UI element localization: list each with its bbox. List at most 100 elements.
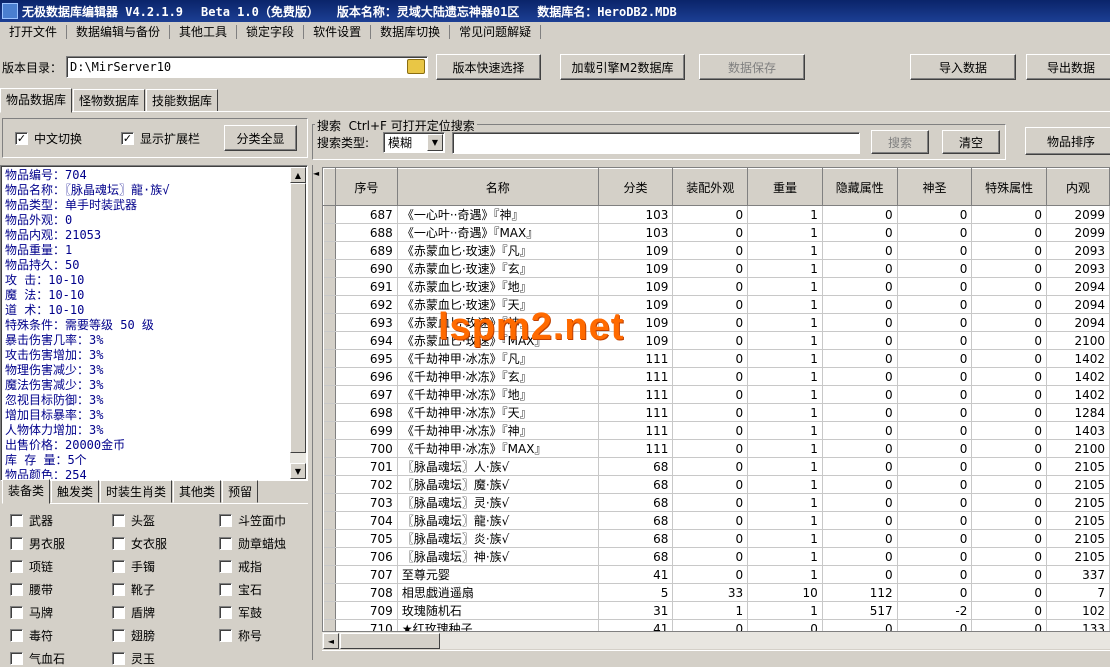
table-cell[interactable]: 1 [747, 277, 823, 296]
table-row[interactable]: 703 〖脉晶魂坛〗灵·族√ 68 0 1 0 0 0 2105 [323, 493, 1110, 512]
table-row[interactable]: 697 《千劫神甲·冰冻》『地』 111 0 1 0 0 0 1402 [323, 385, 1110, 404]
table-row[interactable]: 708 相思戯逍遥扇 5 33 10 112 0 0 7 [323, 583, 1110, 602]
table-row[interactable]: 700 《千劫神甲·冰冻》『MAX』 111 0 1 0 0 0 2100 [323, 439, 1110, 458]
category-checkbox[interactable]: 项链 [10, 558, 53, 575]
table-cell[interactable]: 695 [335, 349, 398, 368]
table-cell[interactable]: 〖脉晶魂坛〗炎·族√ [397, 529, 599, 548]
category-checkbox[interactable]: 毒符 [10, 627, 53, 644]
grid-hscrollbar[interactable]: ◄ [322, 631, 1110, 649]
table-cell[interactable]: 7 [1046, 583, 1110, 602]
table-cell[interactable]: 703 [335, 493, 398, 512]
row-indicator[interactable] [323, 493, 336, 512]
table-cell[interactable]: 0 [672, 457, 749, 476]
search-type-select[interactable]: 模糊 ▼ [383, 132, 445, 153]
table-cell[interactable]: 1 [747, 475, 823, 494]
category-checkbox[interactable]: 头盔 [112, 512, 155, 529]
table-cell[interactable]: 2099 [1046, 223, 1110, 242]
table-cell[interactable]: 1 [747, 385, 823, 404]
table-cell[interactable]: 517 [822, 601, 898, 620]
column-header[interactable]: 神圣 [896, 168, 973, 206]
category-tab[interactable]: 其他类 [173, 480, 222, 503]
table-cell[interactable]: 2105 [1046, 493, 1110, 512]
table-cell[interactable]: 0 [897, 259, 973, 278]
table-row[interactable]: 695 《千劫神甲·冰冻》『凡』 111 0 1 0 0 0 1402 [323, 349, 1110, 368]
table-cell[interactable]: 0 [971, 367, 1048, 386]
column-header[interactable]: 分类 [597, 168, 674, 206]
category-checkbox[interactable]: 马牌 [10, 604, 53, 621]
row-indicator[interactable] [323, 457, 336, 476]
table-cell[interactable]: 0 [747, 619, 823, 631]
table-cell[interactable]: 0 [672, 313, 749, 332]
table-cell[interactable]: 1 [747, 529, 823, 548]
row-indicator[interactable] [323, 403, 336, 422]
table-cell[interactable]: 1 [747, 313, 823, 332]
table-cell[interactable]: 2094 [1046, 295, 1110, 314]
tab-monsters[interactable]: 怪物数据库 [73, 89, 146, 112]
category-checkbox[interactable]: 翅膀 [112, 627, 155, 644]
table-cell[interactable]: 337 [1046, 565, 1110, 584]
row-indicator[interactable] [323, 313, 336, 332]
table-cell[interactable]: 1 [747, 295, 823, 314]
table-row[interactable]: 706 〖脉晶魂坛〗神·族√ 68 0 1 0 0 0 2105 [323, 547, 1110, 566]
table-cell[interactable]: 706 [335, 547, 398, 566]
table-cell[interactable]: 41 [598, 565, 674, 584]
row-indicator[interactable] [323, 421, 336, 440]
table-cell[interactable]: 0 [822, 565, 898, 584]
table-cell[interactable]: 111 [598, 367, 674, 386]
row-indicator[interactable] [323, 331, 336, 350]
column-header[interactable]: 序号 [334, 168, 398, 206]
table-cell[interactable]: 1 [747, 205, 823, 224]
table-cell[interactable]: 0 [822, 619, 898, 631]
table-cell[interactable]: 0 [897, 529, 973, 548]
table-cell[interactable]: 《千劫神甲·冰冻》『玄』 [397, 367, 599, 386]
table-cell[interactable]: 68 [598, 511, 674, 530]
table-cell[interactable]: 68 [598, 493, 674, 512]
table-cell[interactable]: 0 [897, 475, 973, 494]
table-cell[interactable]: 1 [672, 601, 749, 620]
row-indicator[interactable] [323, 241, 336, 260]
table-row[interactable]: 698 《千劫神甲·冰冻》『天』 111 0 1 0 0 0 1284 [323, 403, 1110, 422]
table-cell[interactable]: ★红玫瑰种子 [397, 619, 599, 631]
category-checkbox[interactable]: 灵玉 [112, 650, 155, 667]
table-cell[interactable]: 111 [598, 439, 674, 458]
row-indicator[interactable] [323, 547, 336, 566]
row-indicator[interactable] [323, 601, 336, 620]
table-cell[interactable]: 0 [897, 421, 973, 440]
table-row[interactable]: 699 《千劫神甲·冰冻》『神』 111 0 1 0 0 0 1403 [323, 421, 1110, 440]
table-cell[interactable]: 0 [672, 547, 749, 566]
table-cell[interactable]: 2100 [1046, 439, 1110, 458]
table-cell[interactable]: 697 [335, 385, 398, 404]
table-cell[interactable]: 0 [971, 313, 1048, 332]
table-cell[interactable]: 0 [897, 205, 973, 224]
table-cell[interactable]: 103 [598, 205, 674, 224]
table-cell[interactable]: 0 [897, 241, 973, 260]
scroll-down-icon[interactable]: ▼ [290, 463, 306, 479]
menu-item[interactable]: 其他工具 [170, 25, 238, 39]
tab-skills[interactable]: 技能数据库 [146, 89, 219, 112]
table-cell[interactable]: 0 [897, 583, 973, 602]
table-cell[interactable]: 708 [335, 583, 398, 602]
splitter[interactable]: ◄ [312, 165, 320, 660]
table-cell[interactable]: 0 [897, 619, 973, 631]
row-indicator[interactable] [323, 223, 336, 242]
table-cell[interactable]: 102 [1046, 601, 1110, 620]
table-cell[interactable]: 0 [971, 331, 1048, 350]
table-cell[interactable]: 109 [598, 241, 674, 260]
scroll-up-icon[interactable]: ▲ [290, 167, 306, 183]
table-cell[interactable]: 0 [672, 475, 749, 494]
category-tab[interactable]: 触发类 [51, 480, 100, 503]
table-cell[interactable]: 0 [897, 313, 973, 332]
table-cell[interactable]: 0 [672, 511, 749, 530]
table-cell[interactable]: 0 [971, 529, 1048, 548]
table-cell[interactable]: 0 [897, 367, 973, 386]
search-input[interactable] [452, 132, 860, 154]
column-header[interactable]: 重量 [747, 168, 823, 206]
table-cell[interactable]: 709 [335, 601, 398, 620]
table-cell[interactable]: 《一心叶··奇遇》『神』 [397, 205, 599, 224]
table-cell[interactable]: 0 [822, 529, 898, 548]
table-cell[interactable]: 2105 [1046, 529, 1110, 548]
table-cell[interactable]: 103 [598, 223, 674, 242]
table-cell[interactable]: 710 [335, 619, 398, 631]
row-indicator[interactable] [323, 295, 336, 314]
table-cell[interactable]: 《千劫神甲·冰冻》『神』 [397, 421, 599, 440]
